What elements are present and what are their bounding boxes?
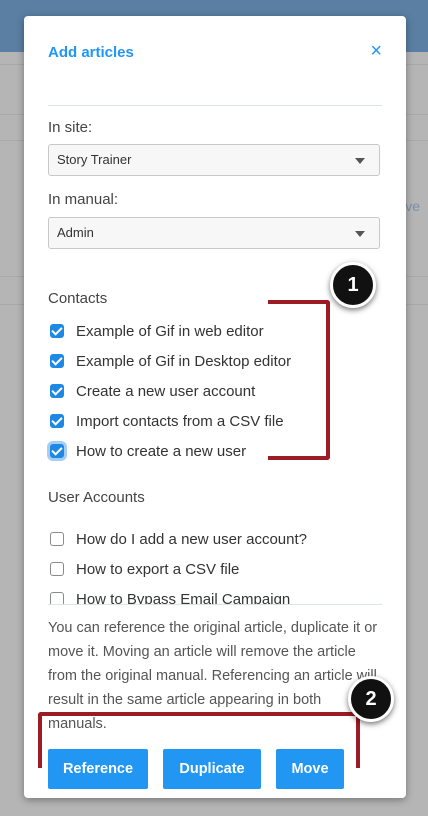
check-icon[interactable]: [50, 354, 64, 368]
site-select-value: Story Trainer: [57, 152, 132, 167]
close-icon[interactable]: ×: [370, 41, 382, 61]
list-item[interactable]: How to export a CSV file: [50, 558, 239, 580]
site-select[interactable]: Story Trainer: [48, 144, 380, 176]
check-icon[interactable]: [50, 324, 64, 338]
checkbox[interactable]: [50, 532, 64, 546]
annotation-badge-2: 2: [348, 676, 394, 722]
article-label: Example of Gif in web editor: [76, 322, 264, 340]
duplicate-button[interactable]: Duplicate: [163, 749, 261, 789]
checkbox[interactable]: [50, 592, 64, 604]
add-articles-modal: Add articles × In site: Story Trainer In…: [24, 16, 406, 798]
list-item[interactable]: How to create a new user: [50, 440, 246, 462]
list-item[interactable]: Create a new user account: [50, 380, 255, 402]
article-label: How to Bypass Email Campaign: [76, 590, 291, 605]
reference-button[interactable]: Reference: [48, 749, 148, 789]
section-title-contacts: Contacts: [48, 290, 108, 307]
check-icon[interactable]: [50, 414, 64, 428]
list-item[interactable]: How to Bypass Email Campaign: [50, 588, 290, 604]
article-list-scroll[interactable]: How do I add a new user account? How to …: [24, 524, 406, 604]
manual-select-value: Admin: [57, 225, 94, 240]
chevron-down-icon: [355, 231, 365, 237]
article-label: How to export a CSV file: [76, 560, 240, 578]
check-icon[interactable]: [50, 444, 64, 458]
article-label: How to create a new user: [76, 442, 247, 460]
section-title-user-accounts: User Accounts: [48, 489, 145, 506]
article-label: How do I add a new user account?: [76, 530, 307, 548]
manual-select[interactable]: Admin: [48, 217, 380, 249]
manual-label: In manual:: [48, 191, 119, 208]
header-divider: [48, 105, 382, 106]
annotation-bracket-2: [38, 712, 360, 768]
list-divider: [48, 604, 382, 605]
checkbox[interactable]: [50, 562, 64, 576]
background-partial-text: ve: [405, 198, 420, 214]
article-label: Import contacts from a CSV file: [76, 412, 284, 430]
annotation-badge-1: 1: [330, 262, 376, 308]
list-item[interactable]: Import contacts from a CSV file: [50, 410, 284, 432]
annotation-bracket-1: [268, 300, 330, 460]
article-label: Create a new user account: [76, 382, 256, 400]
article-label: Example of Gif in Desktop editor: [76, 352, 292, 370]
check-icon[interactable]: [50, 384, 64, 398]
list-item[interactable]: Example of Gif in Desktop editor: [50, 350, 291, 372]
list-item[interactable]: How do I add a new user account?: [50, 528, 307, 550]
site-label: In site:: [48, 119, 93, 136]
modal-title: Add articles: [48, 44, 134, 61]
chevron-down-icon: [355, 158, 365, 164]
modal-header: Add articles ×: [48, 41, 382, 64]
list-item[interactable]: Example of Gif in web editor: [50, 320, 264, 342]
move-button[interactable]: Move: [276, 749, 344, 789]
